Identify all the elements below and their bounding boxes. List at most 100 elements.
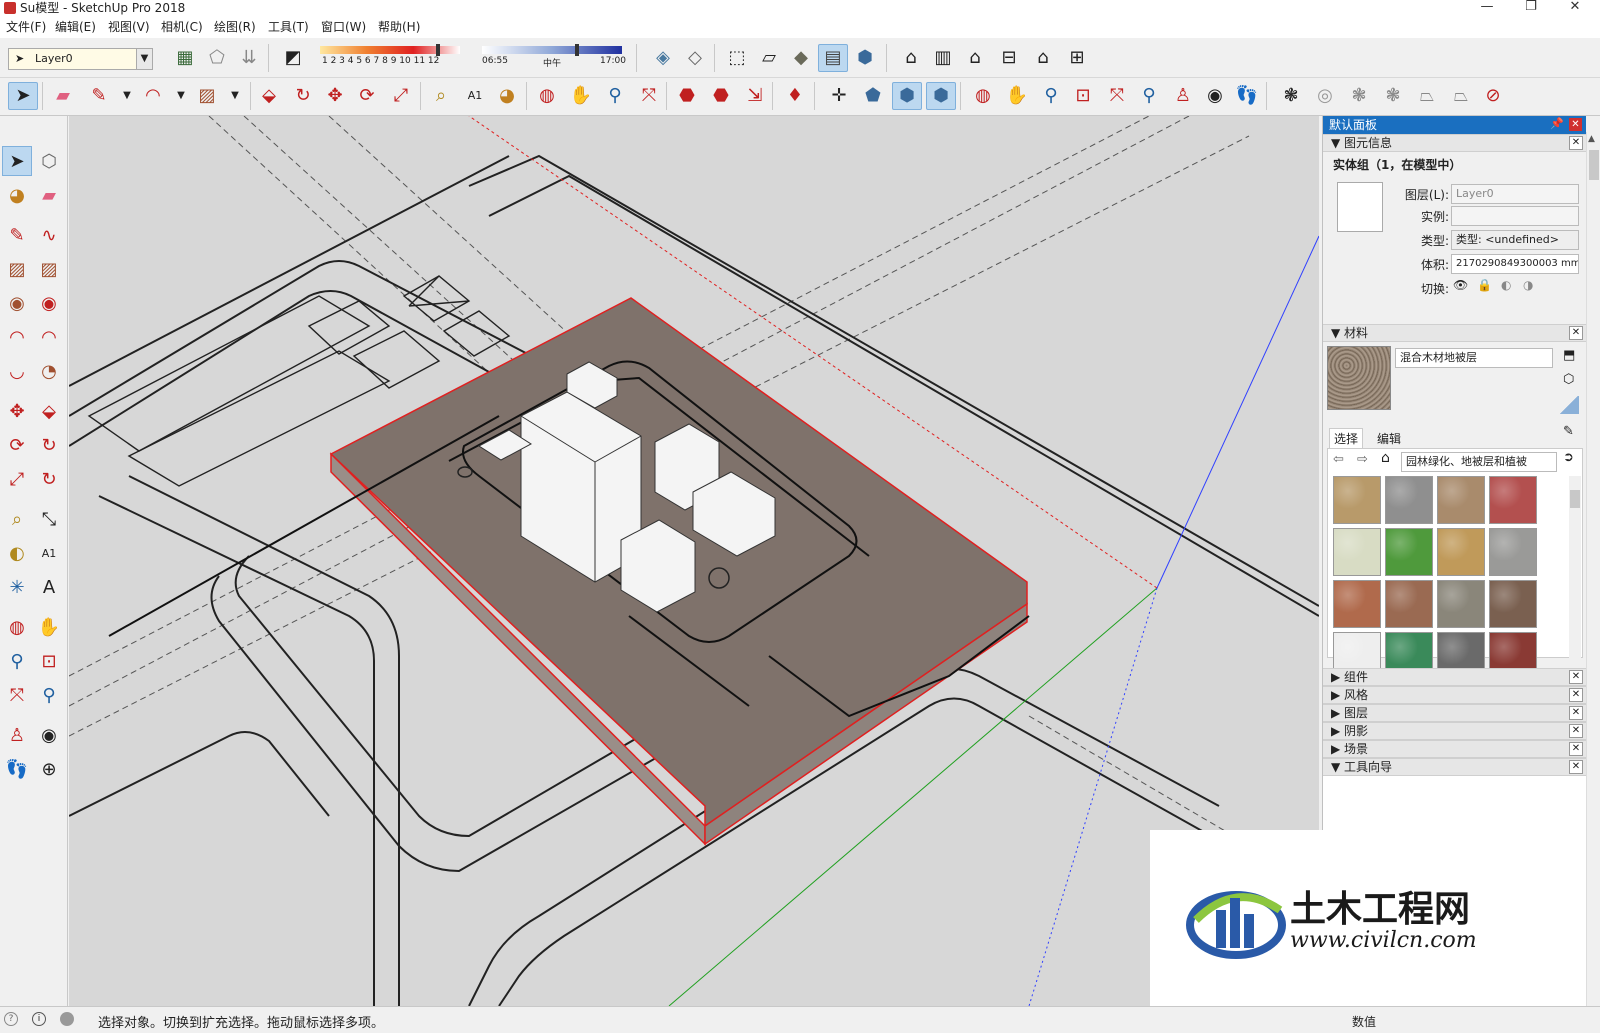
ruby-icon[interactable]: ♦ — [780, 82, 810, 110]
tape-measure-icon[interactable]: ⌕ — [426, 82, 456, 110]
rotate-tool-icon[interactable]: ⟳ — [352, 82, 382, 110]
current-material-swatch[interactable] — [1327, 346, 1391, 410]
paint-bucket-icon[interactable]: ◕ — [2, 180, 32, 210]
previous-view-icon[interactable]: ⚲ — [34, 680, 64, 710]
drape-icon[interactable]: ⏢ — [1412, 82, 1442, 110]
eyedropper-icon[interactable]: ✎ — [1563, 424, 1574, 439]
shaded-textures-icon[interactable]: ▤ — [818, 44, 848, 72]
material-swatch[interactable] — [1333, 580, 1381, 628]
scroll-up-icon[interactable]: ▲ — [1588, 134, 1595, 144]
lock-icon[interactable]: 🔒 — [1477, 278, 1492, 292]
back-view-icon[interactable]: ⌂ — [1028, 44, 1058, 72]
axes-tool-icon[interactable]: ✳ — [2, 572, 32, 602]
monochrome-icon[interactable]: ⬢ — [850, 44, 880, 72]
default-material-icon[interactable] — [1559, 396, 1579, 414]
menu-edit[interactable]: 编辑(E) — [55, 19, 96, 35]
tab-edit[interactable]: 编辑 — [1373, 429, 1405, 448]
menu-view[interactable]: 视图(V) — [108, 19, 150, 35]
display-secondary-icon[interactable]: ⬒ — [1563, 348, 1575, 363]
extension-warehouse-icon[interactable]: ⇲ — [740, 82, 770, 110]
layer-dropdown[interactable]: ➤ Layer0 ▼ — [8, 48, 153, 70]
menu-tools[interactable]: 工具(T) — [268, 19, 309, 35]
swatch-scrollbar[interactable] — [1569, 476, 1581, 668]
pin-icon[interactable]: 📌 — [1550, 117, 1564, 130]
text-tool-icon[interactable]: A1 — [34, 538, 64, 568]
materials-header[interactable]: ▼ 材料 ✕ — [1323, 324, 1587, 342]
zoom-icon[interactable]: ⚲ — [600, 82, 630, 110]
freehand-icon[interactable]: ∿ — [34, 220, 64, 250]
instructor-header[interactable]: ▼ 工具向导 ✕ — [1323, 758, 1587, 776]
material-swatch[interactable] — [1437, 476, 1485, 524]
line-tool-icon[interactable]: ✎ — [84, 82, 114, 110]
follow-me-icon[interactable]: ↻ — [34, 430, 64, 460]
type-dropdown[interactable]: 类型: <undefined> — [1451, 230, 1579, 250]
home-icon[interactable]: ⌂ — [1381, 450, 1390, 466]
material-swatch[interactable] — [1437, 580, 1485, 628]
credits-icon[interactable]: i — [32, 1012, 46, 1026]
zoom-extents-icon[interactable]: ⤧ — [2, 680, 32, 710]
zoom-extents-icon[interactable]: ⤧ — [634, 82, 664, 110]
arc-tool-icon[interactable]: ◠ — [138, 82, 168, 110]
close-icon[interactable]: ✕ — [1569, 760, 1583, 774]
zoom-icon[interactable]: ⚲ — [2, 646, 32, 676]
polygon-tool-icon[interactable]: ◉ — [34, 288, 64, 318]
close-icon[interactable]: ✕ — [1569, 742, 1583, 756]
material-preview-box[interactable] — [1337, 182, 1383, 232]
warehouse-icon[interactable]: ⬣ — [672, 82, 702, 110]
time-slider-track[interactable] — [482, 46, 622, 54]
material-library-select[interactable]: 园林绿化、地被层和植被 — [1401, 452, 1557, 472]
cast-shadow-icon[interactable]: ◐ — [1501, 278, 1511, 292]
protractor-icon[interactable]: ◐ — [2, 538, 32, 568]
close-icon[interactable]: ✕ — [1569, 688, 1583, 702]
model-viewport[interactable] — [69, 116, 1319, 1006]
pan-hand-icon-2[interactable]: ✋ — [1002, 82, 1032, 110]
back-edges-icon[interactable]: ◇ — [680, 44, 710, 72]
xray-icon[interactable]: ◈ — [648, 44, 678, 72]
close-icon[interactable]: ✕ — [1569, 670, 1583, 684]
top-view-icon[interactable]: ▥ — [928, 44, 958, 72]
axes-icon[interactable]: ✛ — [824, 82, 854, 110]
tray-scrollbar[interactable]: ▲ — [1586, 132, 1600, 1006]
material-swatch[interactable] — [1489, 580, 1537, 628]
rotate-tool-icon[interactable]: ⟳ — [2, 430, 32, 460]
menu-draw[interactable]: 绘图(R) — [214, 19, 256, 35]
menu-file[interactable]: 文件(F) — [6, 19, 46, 35]
flip-edge-icon[interactable]: ⊘ — [1478, 82, 1508, 110]
section-plane-icon[interactable]: ⊕ — [34, 754, 64, 784]
component-icon[interactable]: ⬡ — [34, 146, 64, 176]
forward-arrow-icon[interactable]: ⇨ — [1357, 452, 1368, 467]
dimension-tool-icon[interactable]: ⤡ — [34, 504, 64, 534]
previous-view-icon[interactable]: ⚲ — [1134, 82, 1164, 110]
hidden-line-icon[interactable]: ▱ — [754, 44, 784, 72]
material-swatch[interactable] — [1489, 476, 1537, 524]
material-swatch[interactable] — [1333, 476, 1381, 524]
share-model-icon[interactable]: ⬣ — [706, 82, 736, 110]
follow-me-icon[interactable]: ↻ — [288, 82, 318, 110]
minimize-button[interactable]: — — [1472, 0, 1502, 16]
zoom-icon-2[interactable]: ⚲ — [1036, 82, 1066, 110]
sandbox-from-scratch-icon[interactable]: ◎ — [1310, 82, 1340, 110]
styles-header[interactable]: ▶ 风格 ✕ — [1323, 686, 1587, 704]
eraser-icon[interactable]: ▰ — [48, 82, 78, 110]
rectangle-tool-icon[interactable]: ▨ — [192, 82, 222, 110]
tray-close-icon[interactable]: ✕ — [1569, 118, 1582, 131]
walk-icon[interactable]: 👣 — [1232, 82, 1262, 110]
scale-tool-icon[interactable]: ⤢ — [2, 464, 32, 494]
tag-icon[interactable]: ⬠ — [202, 44, 232, 72]
orbit-icon[interactable]: ◍ — [2, 612, 32, 642]
3d-text-icon[interactable]: A — [34, 572, 64, 602]
section-cuts-icon[interactable]: ⬢ — [926, 82, 956, 110]
wireframe-icon[interactable]: ⬚ — [722, 44, 752, 72]
scale-tool-icon[interactable]: ⤢ — [386, 82, 416, 110]
smoove-icon[interactable]: ❃ — [1344, 82, 1374, 110]
circle-tool-icon[interactable]: ◉ — [2, 288, 32, 318]
scenes-header[interactable]: ▶ 场景 ✕ — [1323, 740, 1587, 758]
menu-help[interactable]: 帮助(H) — [378, 19, 420, 35]
select-tool-icon[interactable]: ➤ — [8, 82, 38, 110]
material-swatch[interactable] — [1385, 528, 1433, 576]
download-icon[interactable]: ⇊ — [234, 44, 264, 72]
rectangle-tool-icon[interactable]: ▨ — [2, 254, 32, 284]
material-swatch[interactable] — [1437, 528, 1485, 576]
tape-measure-icon[interactable]: ⌕ — [2, 504, 32, 534]
menu-window[interactable]: 窗口(W) — [321, 19, 366, 35]
